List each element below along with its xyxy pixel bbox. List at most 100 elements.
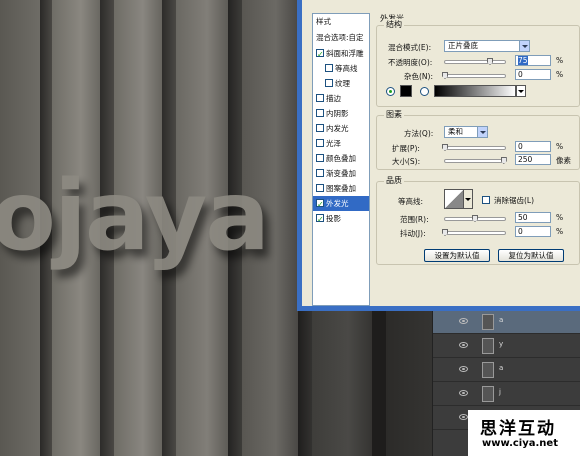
layer-row[interactable]: a xyxy=(433,311,580,334)
noise-field[interactable]: 0 xyxy=(515,69,551,80)
style-item-checkbox[interactable] xyxy=(316,139,324,147)
noise-slider[interactable] xyxy=(442,72,506,79)
visibility-eye-icon[interactable] xyxy=(459,366,468,372)
glow-color-swatch[interactable] xyxy=(400,85,412,97)
style-item[interactable]: 内发光 xyxy=(313,121,369,136)
style-item[interactable]: 光泽 xyxy=(313,136,369,151)
style-item[interactable]: 投影 xyxy=(313,211,369,227)
outer-glow-panel: 外发光 结构 混合模式(E): 正片叠底 不透明度(O): 75 % 杂色(N)… xyxy=(376,13,580,306)
style-item-checkbox[interactable] xyxy=(316,212,324,227)
blend-mode-label: 混合模式(E): xyxy=(388,43,432,52)
chevron-down-icon xyxy=(465,198,471,201)
size-field[interactable]: 250 xyxy=(515,154,551,165)
gradient-dropdown[interactable] xyxy=(516,85,526,97)
style-item-checkbox[interactable] xyxy=(316,47,324,62)
chevron-down-icon xyxy=(477,127,487,137)
style-item-checkbox[interactable] xyxy=(325,64,333,72)
layer-row[interactable]: a xyxy=(433,359,580,382)
dialog-body: 样式 混合选项:自定 斜面和浮雕等高线纹理描边内阴影内发光光泽颜色叠加渐变叠加图… xyxy=(302,0,580,306)
technique-select[interactable]: 柔和 xyxy=(444,126,488,138)
style-item-checkbox[interactable] xyxy=(316,154,324,162)
style-item[interactable]: 颜色叠加 xyxy=(313,151,369,166)
structure-title: 结构 xyxy=(384,19,404,30)
style-item[interactable]: 渐变叠加 xyxy=(313,166,369,181)
gradient-radio[interactable] xyxy=(420,87,429,96)
style-item-checkbox[interactable] xyxy=(316,197,324,212)
opacity-slider[interactable] xyxy=(444,58,506,65)
layer-row[interactable]: j xyxy=(433,383,580,406)
gradient-preview[interactable] xyxy=(434,85,516,97)
watermark-brand: 思洋互动 xyxy=(480,419,556,439)
style-item-checkbox[interactable] xyxy=(316,169,324,177)
spread-field[interactable]: 0 xyxy=(515,141,551,152)
style-item-checkbox[interactable] xyxy=(316,94,324,102)
solid-color-radio[interactable] xyxy=(386,87,395,96)
style-item[interactable]: 描边 xyxy=(313,91,369,106)
styles-list: 样式 混合选项:自定 斜面和浮雕等高线纹理描边内阴影内发光光泽颜色叠加渐变叠加图… xyxy=(312,13,370,306)
blend-mode-select[interactable]: 正片叠底 xyxy=(444,40,530,52)
antialias-checkbox[interactable] xyxy=(482,196,490,204)
style-item-label: 纹理 xyxy=(335,79,350,88)
layer-thumbnail xyxy=(482,338,494,354)
style-item-label: 等高线 xyxy=(335,64,358,73)
style-item-checkbox[interactable] xyxy=(316,124,324,132)
antialias-label: 消除锯齿(L) xyxy=(494,196,535,205)
jitter-field[interactable]: 0 xyxy=(515,226,551,237)
technique-label: 方法(Q): xyxy=(404,129,434,138)
range-field[interactable]: 50 xyxy=(515,212,551,223)
style-item[interactable]: 外发光 xyxy=(313,196,369,212)
jitter-slider[interactable] xyxy=(442,229,506,236)
style-item[interactable]: 等高线 xyxy=(313,61,369,76)
chevron-down-icon xyxy=(518,90,524,93)
visibility-eye-icon[interactable] xyxy=(459,342,468,348)
style-item-label: 投影 xyxy=(326,214,341,223)
opacity-label: 不透明度(O): xyxy=(388,58,433,67)
style-item-checkbox[interactable] xyxy=(316,109,324,117)
reset-default-button[interactable]: 复位为默认值 xyxy=(498,249,564,262)
contour-preview[interactable] xyxy=(444,189,464,209)
style-item-label: 光泽 xyxy=(326,139,341,148)
range-slider-knob[interactable] xyxy=(472,215,478,222)
elements-title: 图素 xyxy=(384,109,404,120)
blending-options-item[interactable]: 混合选项:自定 xyxy=(313,30,369,45)
style-item-label: 图案叠加 xyxy=(326,184,356,193)
technique-value: 柔和 xyxy=(448,127,463,136)
layer-row[interactable]: y xyxy=(433,335,580,358)
opacity-slider-knob[interactable] xyxy=(487,58,493,65)
chevron-down-icon xyxy=(519,41,529,51)
style-item[interactable]: 斜面和浮雕 xyxy=(313,46,369,62)
layer-name: y xyxy=(499,340,504,348)
opacity-field[interactable]: 75 xyxy=(515,55,551,66)
layer-style-dialog: 样式 混合选项:自定 斜面和浮雕等高线纹理描边内阴影内发光光泽颜色叠加渐变叠加图… xyxy=(297,0,580,311)
style-item[interactable]: 内阴影 xyxy=(313,106,369,121)
quality-title: 品质 xyxy=(384,175,404,186)
style-item[interactable]: 纹理 xyxy=(313,76,369,91)
blend-mode-value: 正片叠底 xyxy=(448,41,478,50)
style-item-checkbox[interactable] xyxy=(325,79,333,87)
layer-thumbnail xyxy=(482,362,494,378)
spread-slider[interactable] xyxy=(442,144,506,151)
artwork-text: ojaya xyxy=(0,160,270,272)
opacity-value: 75 xyxy=(518,56,528,65)
style-item-checkbox[interactable] xyxy=(316,184,324,192)
layer-thumbnail xyxy=(482,314,494,330)
style-item-label: 内阴影 xyxy=(326,109,349,118)
size-unit: 像素 xyxy=(556,156,571,165)
contour-dropdown[interactable] xyxy=(464,189,473,209)
make-default-button[interactable]: 设置为默认值 xyxy=(424,249,490,262)
range-label: 范围(R): xyxy=(400,215,429,224)
style-item-label: 外发光 xyxy=(326,199,349,208)
style-item[interactable]: 图案叠加 xyxy=(313,181,369,196)
layer-name: a xyxy=(499,364,504,372)
spread-label: 扩展(P): xyxy=(392,144,420,153)
layer-name: a xyxy=(499,316,504,324)
style-item-label: 内发光 xyxy=(326,124,349,133)
styles-header[interactable]: 样式 xyxy=(313,14,369,29)
watermark-url: www.ciya.net xyxy=(482,438,558,449)
layer-name: j xyxy=(499,388,501,396)
size-slider[interactable] xyxy=(444,157,507,164)
range-slider[interactable] xyxy=(444,215,506,222)
visibility-eye-icon[interactable] xyxy=(459,414,468,420)
visibility-eye-icon[interactable] xyxy=(459,318,468,324)
visibility-eye-icon[interactable] xyxy=(459,390,468,396)
